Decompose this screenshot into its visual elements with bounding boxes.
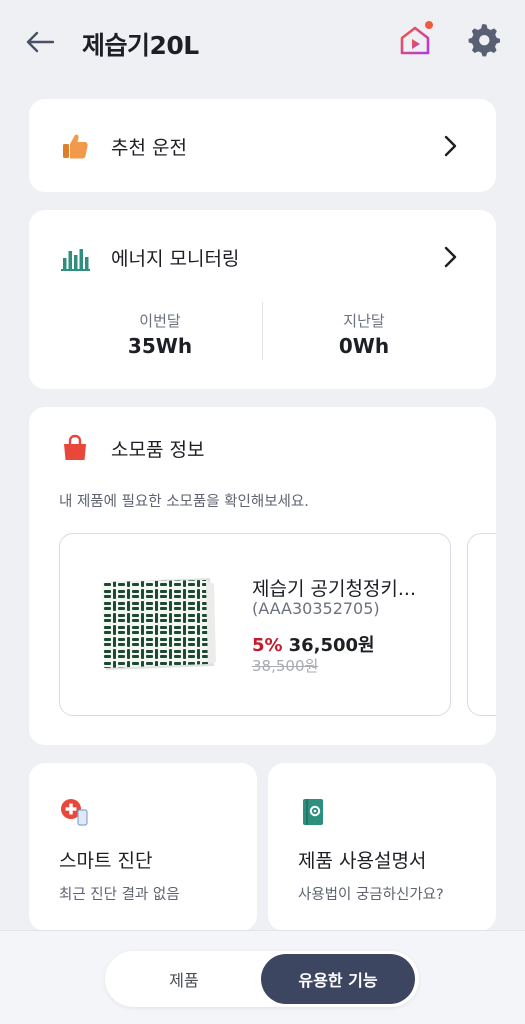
recommend-card[interactable]: 추천 운전	[29, 99, 496, 192]
thumbs-up-icon	[59, 130, 91, 162]
product-code: (AAA30352705)	[252, 599, 380, 618]
segmented-control: 제품 유용한 기능	[105, 951, 419, 1007]
recommend-title: 추천 운전	[111, 136, 187, 159]
home-play-button[interactable]	[395, 20, 435, 60]
bar-chart-icon	[59, 241, 91, 273]
tab-useful-features[interactable]: 유용한 기능	[261, 954, 415, 1004]
product-card[interactable]: 제습기 공기청정키... (AAA30352705) 5% 36,500원 38,…	[59, 533, 451, 716]
this-month-label: 이번달	[139, 312, 181, 330]
smart-diagnosis-title: 스마트 진단	[59, 850, 153, 872]
manual-subtitle: 사용법이 궁금하신가요?	[298, 887, 444, 903]
this-month-energy: 이번달 35Wh	[60, 310, 260, 358]
shopping-bag-icon	[59, 432, 91, 464]
app-header: 제습기20L	[0, 0, 525, 84]
recommend-row: 추천 운전	[29, 126, 496, 166]
manual-card[interactable]: 제품 사용설명서 사용법이 궁금하신가요?	[268, 763, 496, 931]
discount-rate: 5%	[252, 635, 283, 656]
settings-button[interactable]	[465, 22, 503, 60]
consumables-title: 소모품 정보	[111, 438, 205, 461]
product-name: 제습기 공기청정키...	[252, 578, 416, 600]
consumables-description: 내 제품에 필요한 소모품을 확인해보세요.	[59, 494, 309, 510]
last-month-label: 지난달	[343, 312, 385, 330]
original-price: 38,500원	[252, 657, 319, 675]
product-price-line: 5% 36,500원	[252, 631, 375, 657]
consumables-card: 소모품 정보 내 제품에 필요한 소모품을 확인해보세요. 제습기 공기청정키.…	[29, 407, 496, 745]
consumables-row: 소모품 정보	[29, 428, 496, 468]
bottom-navigation: 제품 유용한 기능	[0, 930, 525, 1024]
smart-diagnosis-card[interactable]: 스마트 진단 최근 진단 결과 없음	[29, 763, 257, 931]
energy-row: 에너지 모니터링	[29, 237, 496, 277]
energy-divider	[262, 302, 263, 360]
energy-title: 에너지 모니터링	[111, 247, 240, 270]
energy-card[interactable]: 에너지 모니터링 이번달 35Wh 지난달 0Wh	[29, 210, 496, 389]
next-product-card[interactable]	[467, 533, 496, 716]
arrow-left-icon	[26, 31, 55, 53]
manual-book-icon	[298, 797, 328, 827]
sale-price: 36,500원	[288, 635, 375, 656]
diagnosis-icon	[59, 797, 89, 827]
manual-title: 제품 사용설명서	[298, 850, 427, 872]
this-month-value: 35Wh	[127, 334, 193, 358]
filter-product-image	[102, 578, 216, 670]
last-month-energy: 지난달 0Wh	[264, 310, 464, 358]
back-button[interactable]	[22, 24, 58, 60]
tab-product[interactable]: 제품	[109, 954, 259, 1004]
chevron-right-icon	[444, 246, 457, 268]
last-month-value: 0Wh	[338, 334, 390, 358]
page-title: 제습기20L	[82, 31, 199, 60]
gear-icon	[468, 24, 500, 57]
home-play-icon	[400, 21, 433, 55]
chevron-right-icon	[444, 135, 457, 157]
smart-diagnosis-subtitle: 최근 진단 결과 없음	[59, 887, 180, 903]
